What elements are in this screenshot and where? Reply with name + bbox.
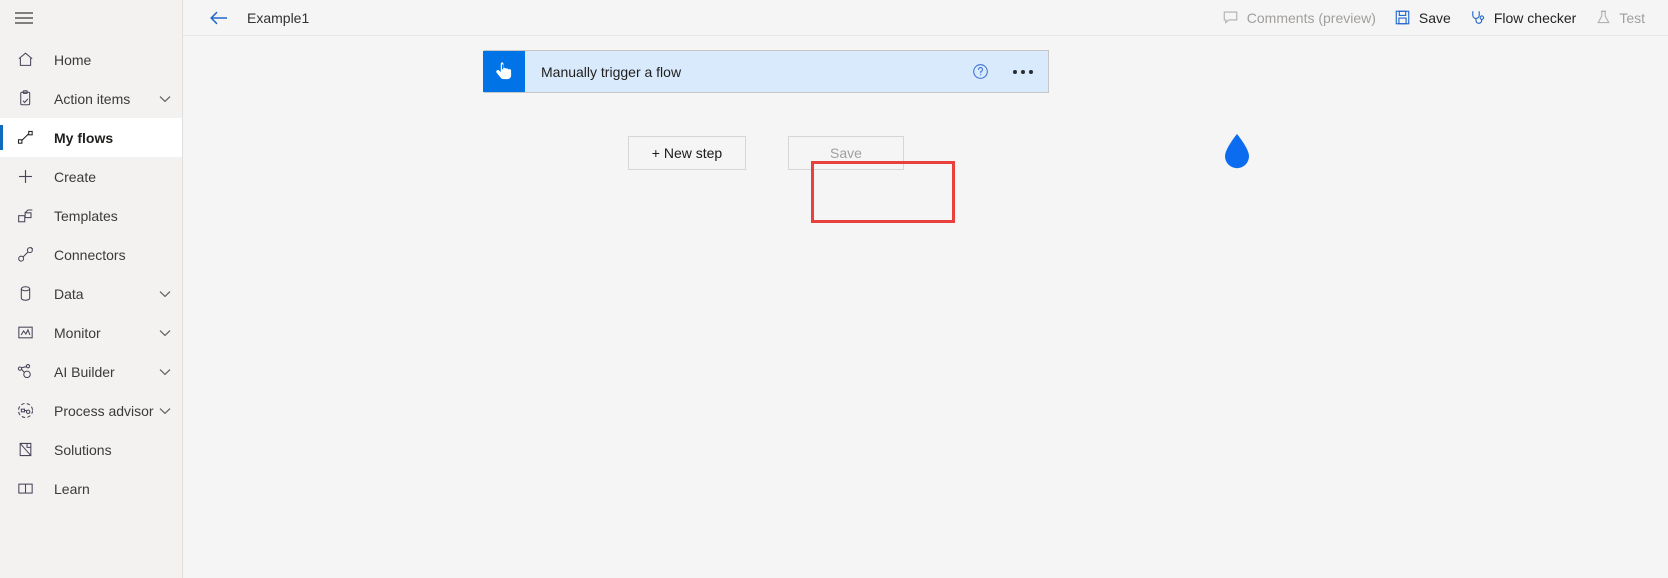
sidebar-item-label: AI Builder xyxy=(54,363,115,380)
connectors-icon xyxy=(14,244,36,266)
chevron-down-icon[interactable] xyxy=(158,92,172,106)
monitor-chart-icon xyxy=(14,322,36,344)
flow-designer-canvas: Manually trigger a flow + New step Save xyxy=(183,36,1668,578)
sidebar-item-home[interactable]: Home xyxy=(0,40,182,79)
save-command-button[interactable]: Save xyxy=(1385,0,1460,36)
power-automate-flow-designer: Home Action items My flows Create Templa… xyxy=(0,0,1668,578)
sidebar-item-process-advisor[interactable]: Process advisor xyxy=(0,391,182,430)
sidebar-item-label: Action items xyxy=(54,90,131,107)
sidebar-item-create[interactable]: Create xyxy=(0,157,182,196)
help-circle-icon[interactable] xyxy=(968,60,992,84)
plus-icon xyxy=(14,166,36,188)
sidebar-item-label: Solutions xyxy=(54,441,112,458)
hamburger-menu-button[interactable] xyxy=(0,0,182,40)
chevron-down-icon[interactable] xyxy=(158,287,172,301)
test-button[interactable]: Test xyxy=(1585,0,1654,36)
new-step-button[interactable]: + New step xyxy=(628,136,746,170)
sidebar-item-connectors[interactable]: Connectors xyxy=(0,235,182,274)
canvas-save-button[interactable]: Save xyxy=(788,136,904,170)
hamburger-icon xyxy=(14,10,34,31)
sidebar-item-label: My flows xyxy=(54,129,114,146)
stethoscope-icon xyxy=(1469,9,1487,27)
chevron-down-icon[interactable] xyxy=(158,365,172,379)
sidebar-item-label: Data xyxy=(54,285,84,302)
chevron-down-icon[interactable] xyxy=(158,404,172,418)
save-command-label: Save xyxy=(1418,9,1451,26)
test-button-label: Test xyxy=(1619,9,1645,26)
sidebar-nav-list: Home Action items My flows Create Templa… xyxy=(0,40,182,508)
main-region: Example1 Comments (preview) Save Flow ch… xyxy=(183,0,1668,578)
process-advisor-icon xyxy=(14,400,36,422)
sidebar-item-label: Learn xyxy=(54,480,90,497)
trigger-card-title: Manually trigger a flow xyxy=(541,63,682,80)
sidebar-item-label: Monitor xyxy=(54,324,101,341)
flask-icon xyxy=(1594,9,1612,27)
book-icon xyxy=(14,478,36,500)
left-navigation-sidebar: Home Action items My flows Create Templa… xyxy=(0,0,183,578)
trigger-card-actions xyxy=(968,51,1048,92)
back-arrow-icon[interactable] xyxy=(207,6,231,30)
comment-icon xyxy=(1222,9,1240,27)
clipboard-check-icon xyxy=(14,88,36,110)
comments-button-label: Comments (preview) xyxy=(1246,9,1376,26)
sidebar-item-ai-builder[interactable]: AI Builder xyxy=(0,352,182,391)
sidebar-item-solutions[interactable]: Solutions xyxy=(0,430,182,469)
solutions-icon xyxy=(14,439,36,461)
sidebar-item-label: Process advisor xyxy=(54,402,154,419)
sidebar-item-templates[interactable]: Templates xyxy=(0,196,182,235)
page-title: Example1 xyxy=(247,9,310,26)
database-icon xyxy=(14,283,36,305)
ellipsis-icon[interactable] xyxy=(1008,60,1038,84)
sidebar-item-monitor[interactable]: Monitor xyxy=(0,313,182,352)
tap-hand-icon xyxy=(483,51,525,92)
comments-button[interactable]: Comments (preview) xyxy=(1213,0,1385,36)
sidebar-item-label: Connectors xyxy=(54,246,126,263)
new-step-highlight xyxy=(811,161,955,223)
templates-icon xyxy=(14,205,36,227)
save-disk-icon xyxy=(1394,9,1412,27)
flow-checker-button[interactable]: Flow checker xyxy=(1460,0,1585,36)
designer-command-bar: Example1 Comments (preview) Save Flow ch… xyxy=(183,0,1668,36)
flow-checker-label: Flow checker xyxy=(1493,9,1577,26)
sidebar-item-label: Home xyxy=(54,51,92,68)
flow-icon xyxy=(14,127,36,149)
canvas-button-row: + New step Save xyxy=(628,136,904,170)
ai-builder-icon xyxy=(14,361,36,383)
sidebar-item-my-flows[interactable]: My flows xyxy=(0,118,182,157)
home-icon xyxy=(14,49,36,71)
sidebar-item-label: Templates xyxy=(54,207,118,224)
sidebar-item-learn[interactable]: Learn xyxy=(0,469,182,508)
sidebar-item-data[interactable]: Data xyxy=(0,274,182,313)
chevron-down-icon[interactable] xyxy=(158,326,172,340)
click-pointer-marker xyxy=(1222,133,1252,171)
trigger-card[interactable]: Manually trigger a flow xyxy=(483,50,1049,93)
sidebar-item-action-items[interactable]: Action items xyxy=(0,79,182,118)
sidebar-item-label: Create xyxy=(54,168,97,185)
